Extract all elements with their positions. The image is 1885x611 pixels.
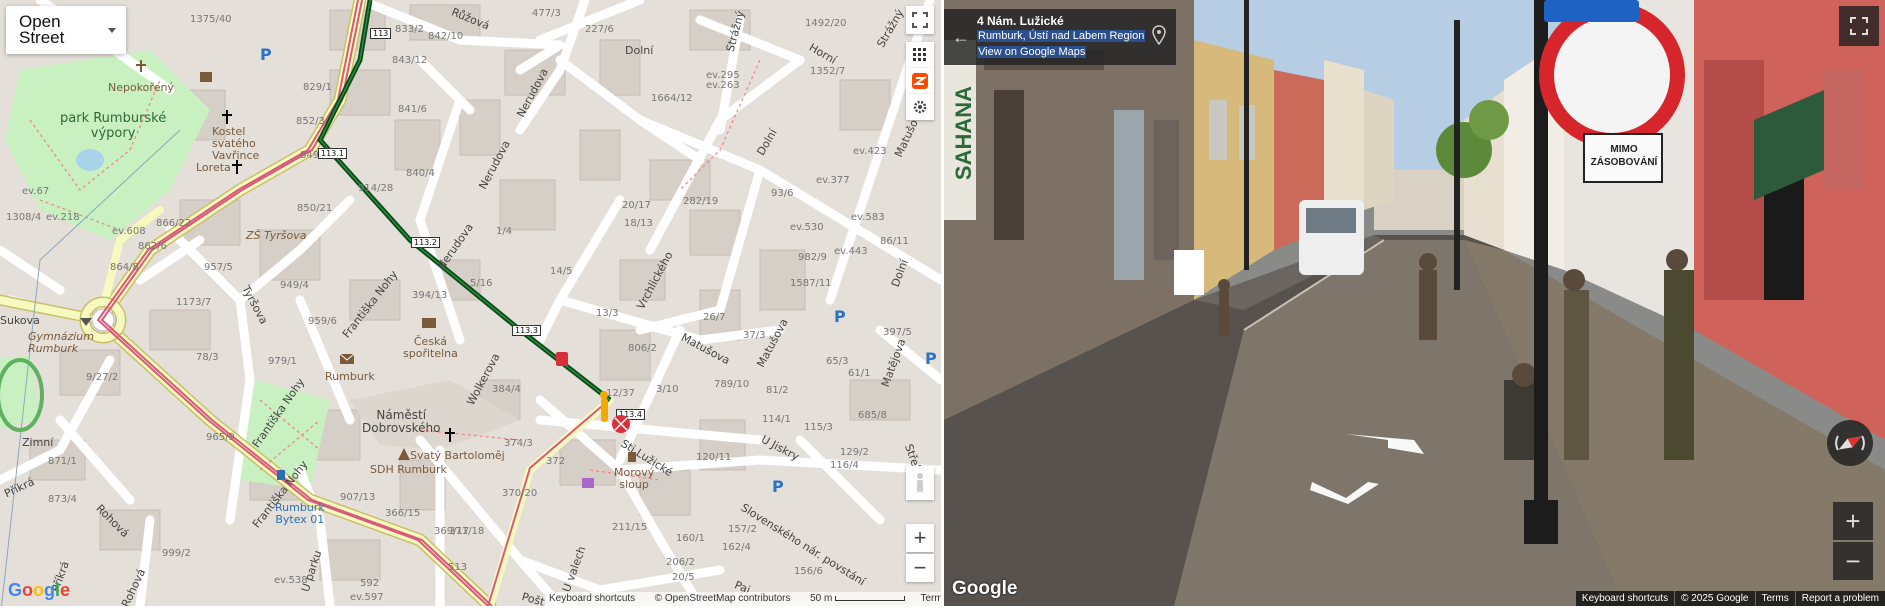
parking-icon: P — [834, 307, 846, 326]
view-on-google-maps-link[interactable]: View on Google Maps — [977, 46, 1087, 58]
fullscreen-icon — [1850, 17, 1868, 35]
back-arrow-icon[interactable]: ← — [952, 27, 970, 48]
cross-icon — [136, 60, 146, 72]
pano-attribution: Keyboard shortcuts © 2025 Google Terms R… — [1575, 591, 1885, 606]
library-icon — [200, 72, 212, 82]
osm-attribution[interactable]: © OpenStreetMap contributors — [655, 593, 791, 604]
map-settings-button[interactable] — [906, 94, 934, 120]
gear-icon — [913, 100, 927, 114]
svg-text:P: P — [925, 349, 937, 368]
minus-icon: − — [1845, 545, 1861, 576]
chevron-down-icon — [108, 28, 116, 33]
map-strava-button[interactable] — [906, 68, 934, 94]
fire-station-icon — [398, 448, 410, 460]
map-layer-select[interactable]: Open Street — [6, 6, 126, 54]
map-attribution: Keyboard shortcuts © OpenStreetMap contr… — [545, 592, 941, 606]
sign-text-line2: ZÁSOBOVÁNÍ — [1590, 157, 1658, 168]
pano-zoom-in-button[interactable]: + — [1833, 502, 1873, 540]
compass-icon — [1835, 435, 1865, 451]
shop-sign-text: SAHANA — [951, 85, 976, 181]
zoom-out-button[interactable]: − — [906, 554, 934, 582]
address-info-box: ← 4 Nám. Lužické Rumburk, Ústí nad Labem… — [944, 9, 1176, 65]
plus-icon: + — [1845, 505, 1861, 536]
map-layer-label: Open Street — [19, 12, 65, 47]
street-view-panel[interactable]: SAHANA MIMO ZÁSOBOVÁNÍ ← 4 Nám. Lužické … — [944, 0, 1885, 606]
svg-text:P: P — [834, 307, 846, 326]
pano-fullscreen-button[interactable] — [1839, 6, 1879, 46]
sign-text-line1: MIMO — [1610, 144, 1638, 155]
map-fullscreen-button[interactable] — [906, 6, 934, 34]
keyboard-shortcuts-link[interactable]: Keyboard shortcuts — [549, 593, 635, 604]
parking-icon: P — [772, 477, 784, 496]
map-icons: P P P P — [80, 45, 937, 496]
pegman-button[interactable] — [906, 466, 934, 500]
sign-text: MIMO ZÁSOBOVÁNÍ — [1584, 143, 1664, 169]
zoom-in-button[interactable]: + — [906, 524, 934, 552]
street-view-image[interactable] — [944, 0, 1885, 606]
church-icon — [222, 110, 232, 124]
report-problem-link[interactable]: Report a problem — [1794, 591, 1885, 606]
bus-icon — [277, 470, 285, 480]
svg-text:P: P — [772, 477, 784, 496]
pano-zoom-out-button[interactable]: − — [1833, 542, 1873, 580]
pano-copyright: © 2025 Google — [1674, 591, 1754, 606]
minus-icon: − — [913, 555, 927, 580]
monument-icon — [628, 452, 636, 462]
pano-keyboard-shortcuts-link[interactable]: Keyboard shortcuts — [1576, 591, 1674, 606]
pegman-icon — [917, 473, 923, 492]
map-grid-button[interactable] — [906, 42, 934, 68]
pharmacy-icon — [556, 352, 568, 366]
church-icon — [445, 428, 455, 442]
fullscreen-icon — [912, 12, 928, 28]
compass-button[interactable] — [1827, 420, 1873, 466]
svg-text:P: P — [260, 45, 272, 64]
location-pin-icon[interactable] — [1152, 25, 1166, 45]
pano-terms-link[interactable]: Terms — [1754, 591, 1795, 606]
strava-icon — [912, 73, 928, 89]
plus-icon: + — [913, 525, 927, 550]
roundabout-arrow-icon — [80, 318, 92, 326]
pano-google-logo: Google — [952, 578, 1018, 599]
post-icon — [339, 353, 355, 364]
google-logo: Google — [8, 580, 71, 600]
address-region: Rumburk, Ústí nad Labem Region — [977, 30, 1146, 42]
bank-icon — [422, 318, 436, 328]
parking-icon: P — [925, 349, 937, 368]
shop-icon — [582, 478, 594, 488]
terms-link[interactable]: Terms — [920, 593, 941, 604]
pegman-marker-icon — [600, 391, 630, 433]
map-panel[interactable]: Růžová Dolní Horní Strážný Strážný Nerud… — [0, 0, 941, 606]
grid-icon — [913, 48, 926, 61]
scale-bar — [835, 595, 906, 601]
parking-icon: P — [260, 45, 272, 64]
address-title: 4 Nám. Lužické — [977, 14, 1064, 28]
scale-label: 50 m — [810, 593, 833, 604]
church-icon — [232, 160, 242, 174]
